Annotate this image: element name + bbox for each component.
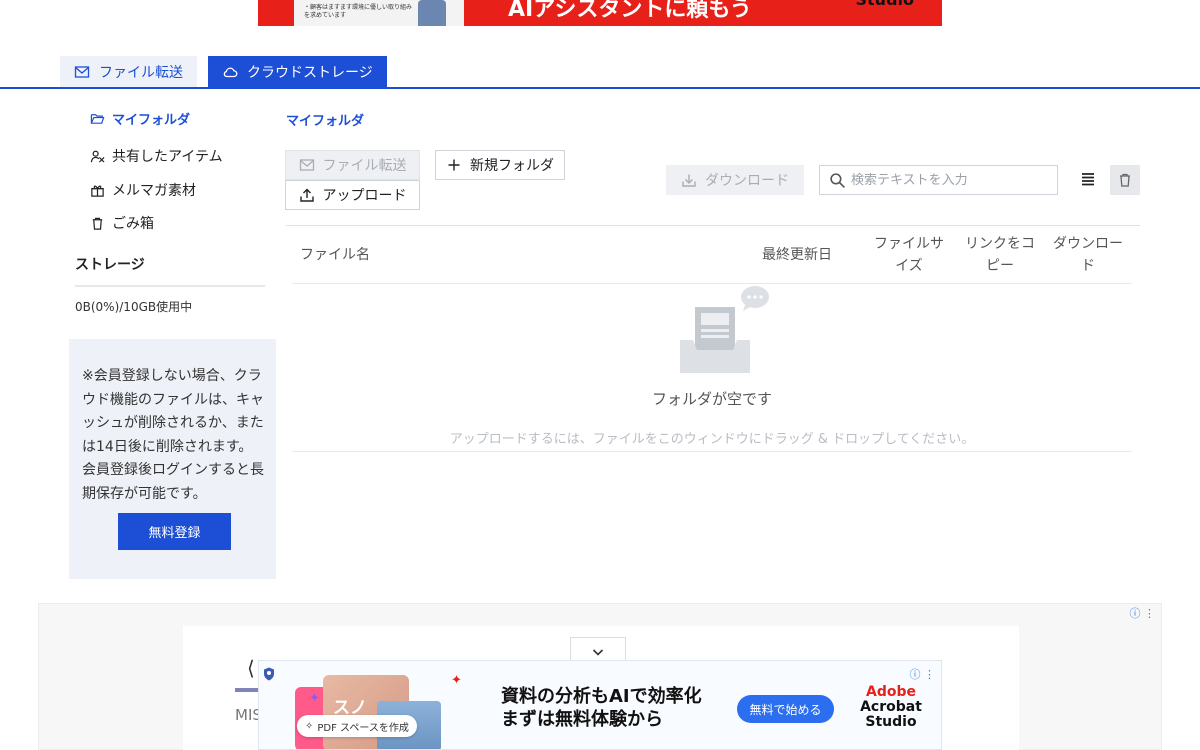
- button-label: 新規フォルダ: [470, 158, 554, 174]
- cloud-icon: [223, 67, 238, 77]
- tab-cloud-storage[interactable]: クラウドストレージ: [208, 56, 387, 87]
- new-folder-button[interactable]: 新規フォルダ: [435, 150, 565, 180]
- sidebar-item-shared[interactable]: 共有したアイテム: [90, 146, 223, 166]
- sidebar-item-label: ごみ箱: [112, 216, 154, 232]
- top-ad-banner[interactable]: ・顧客はますます環境に優しい取り組み を求めています AIアシスタントに頼もう …: [258, 0, 942, 26]
- search-input[interactable]: [851, 172, 1051, 188]
- sidebar-item-my-folder[interactable]: マイフォルダ: [90, 109, 190, 128]
- ad-cta-button[interactable]: 無料で始める: [737, 695, 834, 723]
- ad-brand: Studio: [856, 0, 915, 9]
- brand-line: Adobe: [866, 684, 916, 700]
- tab-label: ファイル転送: [99, 64, 183, 81]
- upload-button[interactable]: アップロード: [285, 180, 420, 210]
- ad-person-image: [418, 0, 446, 26]
- button-label: ダウンロード: [705, 173, 789, 189]
- shared-users-icon: [90, 150, 105, 163]
- column-header-copy-link[interactable]: リンクをコピー: [962, 233, 1038, 277]
- tab-label: クラウドストレージ: [247, 64, 373, 81]
- page-title: マイフォルダ: [286, 114, 365, 129]
- pill-label: PDF スペースを作成: [317, 722, 409, 734]
- column-header-modified[interactable]: 最終更新日: [760, 244, 834, 266]
- tab-underline: [0, 87, 1200, 89]
- tab-bar: ファイル転送 クラウドストレージ: [60, 56, 387, 87]
- empty-inbox-icon: [680, 286, 769, 373]
- file-transfer-button[interactable]: ファイル転送: [285, 150, 420, 180]
- plus-icon: [448, 159, 460, 171]
- column-header-name[interactable]: ファイル名: [300, 244, 370, 266]
- brand-line: Acrobat: [860, 699, 922, 715]
- mail-icon: [74, 65, 90, 78]
- ad-thumb-text: を求めています: [304, 12, 347, 19]
- ad-back-arrow-icon[interactable]: ⟨: [247, 656, 255, 680]
- ad-info-icon[interactable]: ⓘ ⋮: [1130, 605, 1156, 621]
- search-icon: [830, 172, 845, 188]
- folder-open-icon: [90, 114, 105, 124]
- sparkle-icon: ✦: [309, 691, 320, 706]
- storage-title: ストレージ: [75, 257, 145, 273]
- button-label: アップロード: [322, 188, 407, 204]
- upload-icon: [299, 188, 314, 202]
- storage-divider: [75, 285, 265, 287]
- brand-line: Studio: [865, 714, 917, 730]
- empty-state-title: フォルダが空です: [651, 390, 772, 408]
- gift-icon: [91, 185, 104, 197]
- toolbar-divider: [286, 225, 1140, 226]
- mail-icon: [299, 159, 314, 171]
- ad-thumbnail: ・顧客はますます環境に優しい取り組み を求めています: [294, 0, 464, 26]
- sparkle-icon: ✧: [305, 720, 314, 732]
- header-divider: [292, 283, 1132, 284]
- download-icon: [682, 174, 696, 187]
- button-label: ファイル転送: [322, 158, 407, 174]
- ad-info-icon[interactable]: ⓘ ⋮: [910, 666, 936, 682]
- ad-headline-line: 資料の分析もAIで効率化: [501, 686, 702, 707]
- free-signup-button[interactable]: 無料登録: [118, 513, 231, 550]
- sidebar-item-trash[interactable]: ごみ箱: [90, 213, 154, 233]
- list-bottom-divider: [292, 451, 1132, 452]
- sparkle-icon: ✦: [451, 673, 462, 688]
- delete-button[interactable]: [1110, 165, 1140, 195]
- shield-icon: [264, 667, 274, 681]
- pdf-space-pill: ✧ PDF スペースを作成: [297, 715, 417, 737]
- search-box[interactable]: [819, 165, 1058, 195]
- ad-headline: 資料の分析もAIで効率化 まずは無料体験から: [501, 685, 702, 731]
- sidebar-item-label: メルマガ素材: [112, 183, 196, 199]
- ad-headline: AIアシスタントに頼もう: [508, 0, 752, 22]
- sidebar-item-newsletter[interactable]: メルマガ素材: [90, 180, 196, 200]
- adobe-acrobat-logo: Adobe Acrobat Studio: [855, 685, 927, 730]
- trash-icon: [92, 217, 103, 230]
- chevron-down-icon: [592, 648, 604, 656]
- ad-headline-line: まずは無料体験から: [501, 709, 663, 730]
- tab-file-transfer[interactable]: ファイル転送: [60, 56, 197, 87]
- download-button[interactable]: ダウンロード: [666, 165, 804, 195]
- sidebar-item-label: マイフォルダ: [112, 113, 191, 128]
- storage-usage: 0B(0%)/10GB使用中: [75, 300, 193, 314]
- column-header-size[interactable]: ファイルサイズ: [872, 233, 946, 277]
- trash-icon: [1120, 173, 1130, 187]
- column-header-download[interactable]: ダウンロード: [1050, 233, 1126, 277]
- empty-state-hint: アップロードするには、ファイルをこのウィンドウにドラッグ & ドロップしてくださ…: [449, 432, 975, 447]
- list-view-icon[interactable]: [1078, 169, 1098, 189]
- member-notice: ※会員登録しない場合、クラウド機能のファイルは、キャッシュが削除されるか、または…: [69, 339, 276, 579]
- overlay-ad[interactable]: スノ ✦ ✦ ✧ PDF スペースを作成 資料の分析もAIで効率化 まずは無料体…: [258, 660, 942, 750]
- sidebar-item-label: 共有したアイテム: [112, 149, 223, 165]
